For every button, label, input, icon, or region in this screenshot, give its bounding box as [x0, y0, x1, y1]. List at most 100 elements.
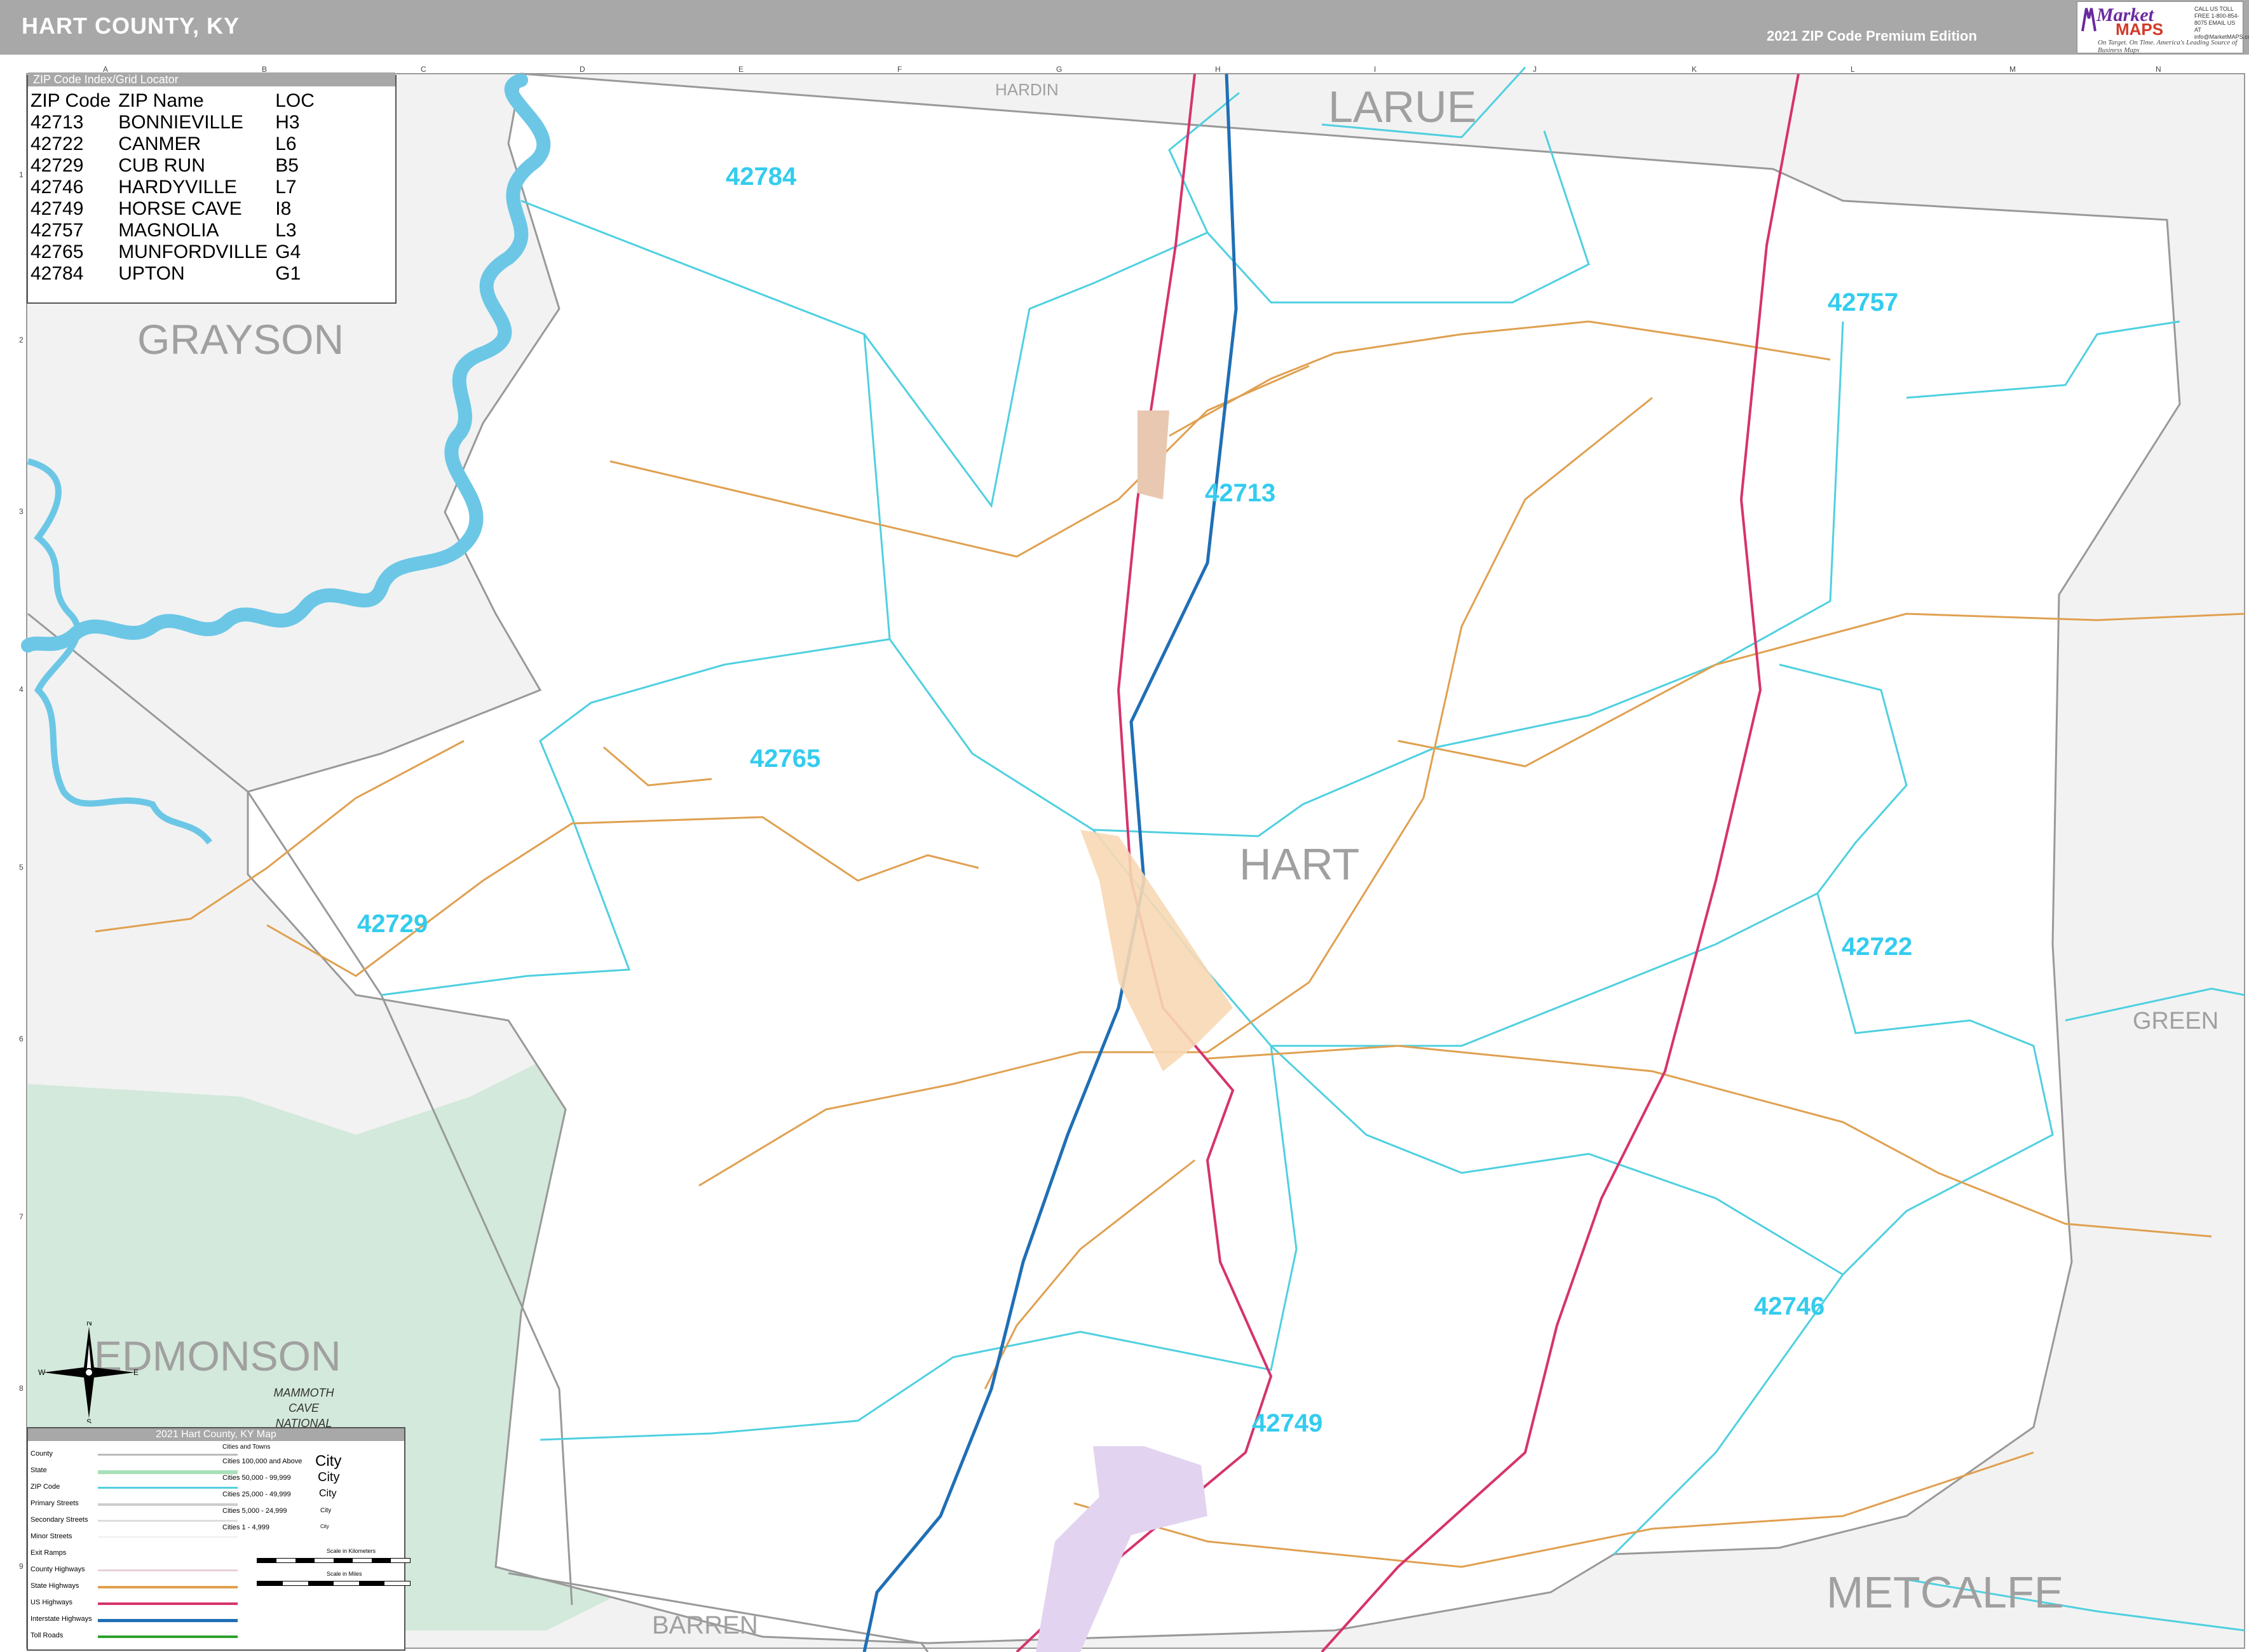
grid-col-k: K — [1692, 65, 1697, 74]
grid-col-l: L — [1851, 65, 1855, 74]
legend-city-5: Cities 1 - 4,999 — [222, 1524, 269, 1531]
county-label-barren: BARREN — [652, 1611, 758, 1639]
zip-index-table: ZIP Code ZIP Name LOC 42713 BONNIEVILLE H3… — [31, 90, 322, 285]
legend-county-hwy: County Highways — [31, 1566, 85, 1573]
legend-scale-km: Scale in Kilometers — [327, 1548, 376, 1554]
grid-row-2: 2 — [19, 335, 24, 344]
compass-n: N — [86, 1322, 92, 1327]
market-maps-logo: Market MAPS On Target. On Time. America'… — [2077, 1, 2249, 54]
legend-toll: Toll Roads — [31, 1632, 64, 1639]
grid-col-n: N — [2156, 65, 2161, 74]
edition-label: 2021 ZIP Code Premium Edition — [1767, 28, 1977, 44]
county-label-larue: LARUE — [1328, 82, 1477, 132]
grid-row-4: 4 — [19, 685, 24, 694]
legend-county-symbol — [98, 1454, 238, 1456]
legend-zip-symbol — [98, 1487, 238, 1489]
grid-row-3: 3 — [19, 507, 24, 516]
header-bar: HART COUNTY, KY 2021 ZIP Code Premium Ed… — [0, 0, 2249, 55]
park-label: MAMMOTH CAVE NATIONAL — [272, 1385, 336, 1431]
county-label-hart: HART — [1239, 839, 1360, 889]
legend-toll-symbol — [98, 1635, 238, 1638]
legend-primary: Primary Streets — [31, 1500, 79, 1507]
grid-row-5: 5 — [19, 863, 24, 872]
logo-contact: CALL US TOLL FREE 1-800-854-8075 EMAIL U… — [2194, 6, 2249, 40]
legend-city-4: Cities 5,000 - 24,999 — [222, 1507, 287, 1515]
legend-city-sample-1: City — [315, 1452, 342, 1470]
legend-title: 2021 Hart County, KY Map — [28, 1428, 404, 1441]
grid-row-8: 8 — [19, 1384, 24, 1393]
grid-row-9: 9 — [19, 1562, 24, 1571]
table-row: 42722 CANMER L6 — [31, 133, 297, 154]
zip-label-42765: 42765 — [750, 745, 821, 773]
legend-state: State — [31, 1466, 47, 1474]
grid-row-6: 6 — [19, 1034, 24, 1043]
legend-scale-mi-bar — [257, 1581, 411, 1586]
zip-label-42784: 42784 — [726, 163, 797, 191]
legend-interstate: Interstate Highways — [31, 1615, 92, 1623]
zip-label-42757: 42757 — [1828, 288, 1899, 316]
legend-city-sample-5: City — [320, 1524, 329, 1529]
grid-row-7: 7 — [19, 1212, 24, 1221]
table-row: 42765 MUNFORDVILLE G4 — [31, 241, 301, 262]
table-row: 42746 HARDYVILLE L7 — [31, 177, 297, 198]
zip-label-42713: 42713 — [1205, 479, 1276, 507]
legend-city-sample-3: City — [319, 1488, 337, 1499]
legend-state-symbol — [98, 1470, 238, 1474]
legend-secondary-symbol — [98, 1520, 238, 1522]
zip-index-col-name: ZIP Name — [118, 90, 204, 111]
legend-secondary: Secondary Streets — [31, 1516, 88, 1524]
grid-col-j: J — [1533, 65, 1537, 74]
table-row: 42784 UPTON G1 — [31, 263, 301, 284]
grid-col-g: G — [1056, 65, 1063, 74]
legend-city-sample-4: City — [320, 1507, 332, 1514]
compass-w: W — [38, 1368, 46, 1377]
grid-col-h: H — [1215, 65, 1221, 74]
zip-index-box: ZIP Code Index/Grid Locator ZIP Code ZIP… — [27, 72, 397, 304]
legend-city-3: Cities 25,000 - 49,999 — [222, 1491, 291, 1498]
county-label-green: GREEN — [2133, 1008, 2219, 1034]
logo-mark-icon — [2081, 8, 2096, 32]
legend-city-2: Cities 50,000 - 99,999 — [222, 1474, 291, 1482]
legend-county: County — [31, 1450, 53, 1458]
zip-index-title: ZIP Code Index/Grid Locator — [28, 72, 395, 86]
park-label-line-1: MAMMOTH — [273, 1386, 334, 1399]
grid-col-m: M — [2009, 65, 2016, 74]
zip-index-col-zip: ZIP Code — [31, 90, 111, 111]
zip-label-42749: 42749 — [1252, 1409, 1323, 1437]
legend-county-hwy-symbol — [98, 1569, 238, 1571]
grid-col-f: F — [897, 65, 902, 74]
legend-cities-title: Cities and Towns — [222, 1444, 271, 1451]
legend-scale-km-bar — [257, 1558, 411, 1563]
compass-rose-icon: N S W E — [38, 1322, 139, 1423]
zip-label-42729: 42729 — [357, 910, 428, 938]
legend-zip: ZIP Code — [31, 1483, 60, 1491]
grid-col-i: I — [1374, 65, 1376, 74]
zip-label-42746: 42746 — [1754, 1292, 1825, 1320]
grid-col-d: D — [580, 65, 585, 74]
compass-s: S — [86, 1418, 92, 1423]
map-legend: 2021 Hart County, KY Map County State ZI… — [27, 1427, 411, 1651]
grid-row-labels: 1 2 3 4 5 6 7 8 9 — [19, 75, 28, 1638]
legend-city-1: Cities 100,000 and Above — [222, 1458, 302, 1465]
zip-index-header-row: ZIP Code ZIP Name LOC — [31, 90, 322, 112]
legend-scale-mi: Scale in Miles — [327, 1571, 362, 1577]
table-row: 42729 CUB RUN B5 — [31, 155, 299, 176]
legend-us-hwy-symbol — [98, 1602, 238, 1605]
zip-index-col-loc: LOC — [275, 90, 315, 111]
table-row: 42757 MAGNOLIA L3 — [31, 220, 297, 241]
park-label-line-2: CAVE — [288, 1402, 320, 1414]
map-title: HART COUNTY, KY — [22, 13, 240, 39]
logo-maps: MAPS — [2116, 20, 2164, 39]
legend-interstate-symbol — [98, 1619, 238, 1622]
county-label-grayson: GRAYSON — [137, 316, 344, 363]
legend-minor-symbol — [98, 1536, 238, 1538]
table-row: 42713 BONNIEVILLE H3 — [31, 112, 300, 133]
zip-label-42722: 42722 — [1842, 933, 1913, 961]
compass-e: E — [133, 1368, 139, 1377]
grid-col-e: E — [738, 65, 744, 74]
legend-minor: Minor Streets — [31, 1533, 72, 1540]
county-label-hardin: HARDIN — [995, 80, 1059, 99]
table-row: 42749 HORSE CAVE I8 — [31, 198, 292, 219]
legend-city-sample-2: City — [318, 1470, 340, 1484]
legend-exit: Exit Ramps — [31, 1549, 67, 1557]
